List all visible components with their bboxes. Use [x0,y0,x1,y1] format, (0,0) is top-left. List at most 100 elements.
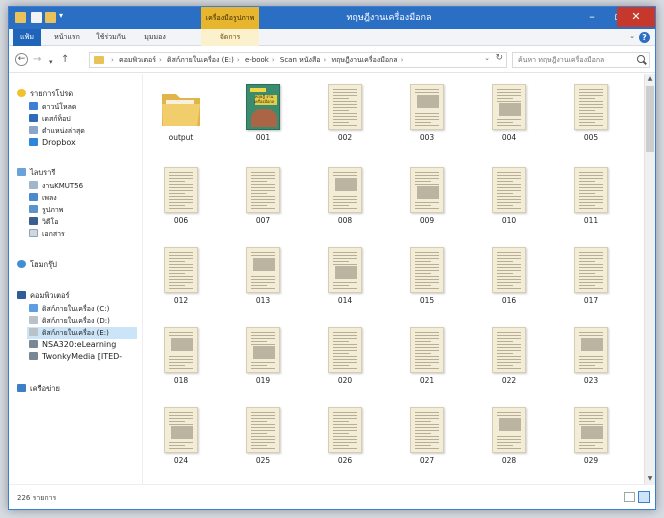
folder-item[interactable]: output [149,84,213,162]
file-item[interactable]: 013 [231,247,295,325]
chevron-down-icon[interactable]: ⌄ [484,54,490,62]
file-name: 006 [173,216,189,225]
vertical-scrollbar[interactable]: ▲ ▼ [644,74,655,484]
search-icon[interactable] [637,55,645,63]
file-item[interactable]: 023 [559,327,623,405]
breadcrumb-chevron-icon[interactable]: › [237,56,240,64]
file-item[interactable]: 024 [149,407,213,484]
tab-file[interactable]: แฟ้ม [13,29,41,46]
tab-share[interactable]: ใช้ร่วมกัน [91,29,131,46]
file-item[interactable]: 005 [559,84,623,162]
file-item[interactable]: 014 [313,247,377,325]
breadcrumb-item[interactable]: ดิสก์ภายในเครื่อง (E:) [167,56,234,64]
sidebar-item-desktop[interactable]: เดสก์ท็อป [29,113,71,125]
file-item[interactable]: 019 [231,327,295,405]
close-button[interactable]: ✕ [617,7,655,27]
file-name: 003 [419,133,435,142]
sidebar-item-library-kmut[interactable]: งานKMUT56 [29,180,83,192]
folder-icon [94,56,104,64]
file-item[interactable]: ทฤษฎี งาน เครื่องมือกล 001 [231,84,295,162]
up-button[interactable]: ↑ [61,54,69,66]
breadcrumb-chevron-icon[interactable]: › [159,56,162,64]
breadcrumb-item[interactable]: ทฤษฎีงานเครื่องมือกล [331,56,397,64]
file-item[interactable]: 008 [313,167,377,245]
sidebar-group-computer[interactable]: คอมพิวเตอร์ [17,290,70,302]
sidebar-item-pictures[interactable]: รูปภาพ [29,204,63,216]
sidebar-item-drive-d[interactable]: ดิสก์ภายในเครื่อง (D:) [29,315,110,327]
file-item[interactable]: 009 [395,167,459,245]
file-item[interactable]: 011 [559,167,623,245]
sidebar-group-libraries[interactable]: ไลบรารี [17,167,55,179]
file-item[interactable]: 022 [477,327,541,405]
file-item[interactable]: 015 [395,247,459,325]
address-field[interactable]: › คอมพิวเตอร์ › ดิสก์ภายในเครื่อง (E:) › e… [89,52,507,68]
tab-manage[interactable]: จัดการ [201,29,259,46]
refresh-icon[interactable]: ↻ [495,53,503,63]
scroll-down-icon[interactable]: ▼ [645,474,655,484]
sidebar-item-documents[interactable]: เอกสาร [29,228,65,240]
new-folder-icon[interactable] [45,12,56,23]
properties-icon[interactable] [31,12,42,23]
file-name: 014 [337,296,353,305]
sidebar-item-nsa320[interactable]: NSA320:eLearning [29,339,116,351]
file-item[interactable]: 029 [559,407,623,484]
minimize-button[interactable]: – [579,7,605,27]
file-item[interactable]: 006 [149,167,213,245]
file-item[interactable]: 018 [149,327,213,405]
file-item[interactable]: 025 [231,407,295,484]
help-icon[interactable]: ? [639,32,650,43]
sidebar-group-homegroup[interactable]: โฮมกรุ๊ป [17,259,57,271]
file-item[interactable]: 020 [313,327,377,405]
page-thumbnail [328,84,362,130]
tab-view[interactable]: มุมมอง [137,29,173,46]
breadcrumb-item[interactable]: e-book [245,56,269,64]
large-icons-view-icon[interactable] [638,491,650,503]
sidebar-item-videos[interactable]: วิดีโอ [29,216,58,228]
sidebar-group-favorites[interactable]: รายการโปรด [17,88,73,100]
sidebar-group-network[interactable]: เครือข่าย [17,383,60,395]
file-item[interactable]: 027 [395,407,459,484]
sidebar-item-downloads[interactable]: ดาวน์โหลด [29,101,76,113]
breadcrumb-item[interactable]: Scan หนังสือ [280,56,321,64]
file-name: 009 [419,216,435,225]
music-icon [29,193,38,201]
file-item[interactable]: 012 [149,247,213,325]
back-button[interactable]: ← [15,53,28,66]
forward-button[interactable]: → [33,54,41,66]
sidebar-item-recent-places[interactable]: ตำแหน่งล่าสุด [29,125,85,137]
quick-access-dropdown-icon[interactable]: ▾ [59,11,63,20]
file-item[interactable]: 016 [477,247,541,325]
file-item[interactable]: 004 [477,84,541,162]
page-thumbnail [410,327,444,373]
scroll-up-icon[interactable]: ▲ [645,74,655,84]
breadcrumb-chevron-icon[interactable]: › [401,56,404,64]
explorer-window: ▾ เครื่องมือรูปภาพ ทฤษฎีงานเครื่องมือกล … [8,6,656,510]
breadcrumb-item[interactable]: คอมพิวเตอร์ [119,56,156,64]
file-item[interactable]: 007 [231,167,295,245]
file-item[interactable]: 010 [477,167,541,245]
sidebar-item-dropbox[interactable]: Dropbox [29,137,76,149]
title-bar: ▾ เครื่องมือรูปภาพ ทฤษฎีงานเครื่องมือกล … [9,7,655,29]
breadcrumb-chevron-icon[interactable]: › [272,56,275,64]
sidebar-item-drive-e[interactable]: ดิสก์ภายในเครื่อง (E:) [27,327,137,339]
details-view-icon[interactable] [624,492,635,502]
tab-home[interactable]: หน้าแรก [49,29,85,46]
file-item[interactable]: 003 [395,84,459,162]
breadcrumb-chevron-icon[interactable]: › [323,56,326,64]
file-item[interactable]: 021 [395,327,459,405]
file-item[interactable]: 028 [477,407,541,484]
search-input[interactable] [512,52,650,68]
address-bar: ← → ▾ ↑ › คอมพิวเตอร์ › ดิสก์ภายในเครื่อง… [9,47,655,73]
sidebar-item-music[interactable]: เพลง [29,192,57,204]
videos-icon [29,217,38,225]
page-thumbnail [574,327,608,373]
scroll-thumb[interactable] [646,86,654,152]
sidebar-item-drive-c[interactable]: ดิสก์ภายในเครื่อง (C:) [29,303,109,315]
file-name: 016 [501,296,517,305]
file-item[interactable]: 026 [313,407,377,484]
sidebar-item-twonkymedia[interactable]: TwonkyMedia [ITED- [29,351,122,363]
file-item[interactable]: 017 [559,247,623,325]
recent-locations-icon[interactable]: ▾ [49,56,53,68]
file-item[interactable]: 002 [313,84,377,162]
chevron-down-icon[interactable]: ⌄ [629,32,635,40]
